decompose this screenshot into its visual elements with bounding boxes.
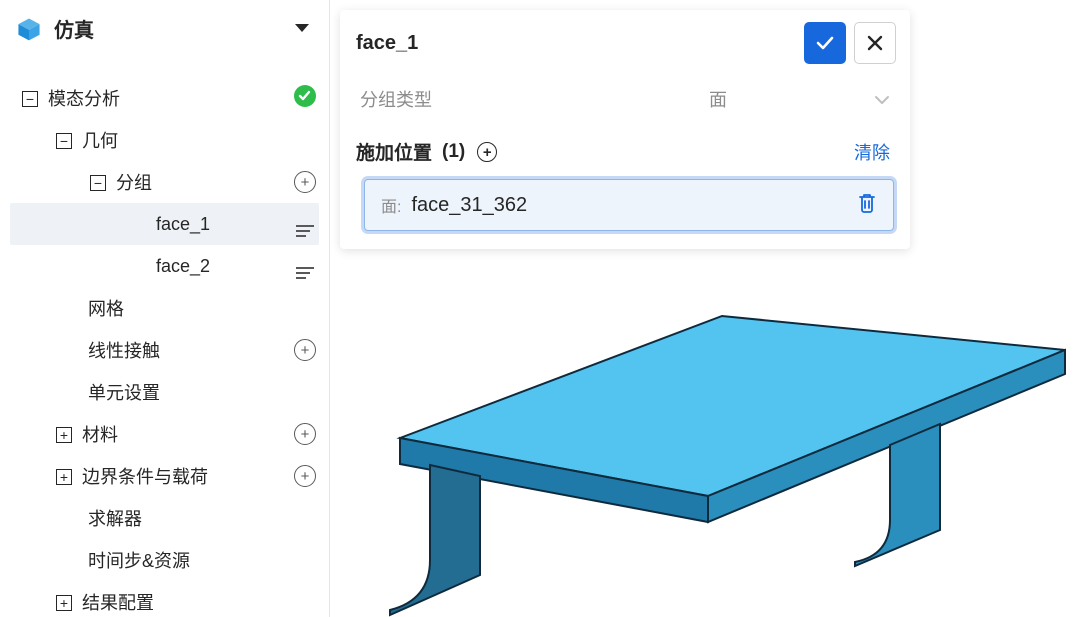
- viewport[interactable]: face_1 分组类型 面 施加位置 (1) + 清除: [330, 0, 1091, 617]
- group-type-label: 分组类型: [360, 86, 570, 112]
- tree-grouping[interactable]: − 分组 +: [10, 161, 319, 203]
- tree-bc-loads[interactable]: + 边界条件与载荷 +: [10, 455, 319, 497]
- add-icon[interactable]: +: [291, 171, 319, 194]
- tree-root-modal-analysis[interactable]: − 模态分析: [10, 77, 319, 119]
- tree-face-1[interactable]: face_1: [10, 203, 319, 245]
- chevron-down-icon[interactable]: [866, 89, 890, 110]
- confirm-button[interactable]: [804, 22, 846, 64]
- collapse-icon[interactable]: −: [20, 88, 40, 109]
- sidebar: 仿真 − 模态分析 − 几何: [0, 0, 330, 617]
- sidebar-title: 仿真: [54, 14, 94, 43]
- tree-results[interactable]: + 结果配置: [10, 581, 319, 617]
- list-icon[interactable]: [291, 253, 319, 279]
- tree-material[interactable]: + 材料 +: [10, 413, 319, 455]
- tree-linear-contact[interactable]: 线性接触 +: [10, 329, 319, 371]
- tree-mesh[interactable]: 网格: [10, 287, 319, 329]
- position-label: 施加位置: [356, 138, 432, 165]
- add-icon[interactable]: +: [291, 339, 319, 362]
- check-icon: [814, 32, 836, 54]
- expand-icon[interactable]: +: [54, 592, 74, 613]
- group-type-row[interactable]: 分组类型 面: [340, 74, 910, 124]
- tree-solver[interactable]: 求解器: [10, 497, 319, 539]
- trash-icon: [857, 192, 877, 214]
- status-ok-icon: [291, 85, 319, 112]
- position-header: 施加位置 (1) + 清除: [340, 124, 910, 175]
- expand-icon[interactable]: +: [54, 424, 74, 445]
- sidebar-header: 仿真: [0, 0, 329, 57]
- delete-entry-button[interactable]: [857, 192, 877, 219]
- add-icon[interactable]: +: [291, 465, 319, 488]
- sidebar-caret-icon[interactable]: [295, 20, 309, 38]
- close-icon: [866, 34, 884, 52]
- simulation-tree: − 模态分析 − 几何 − 分组 +: [0, 57, 329, 617]
- tree-geometry[interactable]: − 几何: [10, 119, 319, 161]
- property-panel: face_1 分组类型 面 施加位置 (1) + 清除: [340, 10, 910, 249]
- panel-title: face_1: [356, 32, 796, 55]
- position-count: (1): [442, 141, 465, 163]
- collapse-icon[interactable]: −: [54, 130, 74, 151]
- entry-name: face_31_362: [411, 194, 857, 217]
- cancel-button[interactable]: [854, 22, 896, 64]
- add-icon[interactable]: +: [291, 423, 319, 446]
- tree-element-settings[interactable]: 单元设置: [10, 371, 319, 413]
- tree-time-resources[interactable]: 时间步&资源: [10, 539, 319, 581]
- list-icon[interactable]: [291, 211, 319, 237]
- expand-icon[interactable]: +: [54, 466, 74, 487]
- selection-entry[interactable]: 面: face_31_362: [364, 179, 894, 231]
- clear-button[interactable]: 清除: [854, 139, 890, 165]
- collapse-icon[interactable]: −: [88, 172, 108, 193]
- group-type-value: 面: [570, 86, 866, 112]
- add-position-button[interactable]: +: [477, 141, 497, 163]
- entry-type-label: 面:: [381, 193, 401, 217]
- cube-icon: [16, 16, 42, 42]
- panel-header: face_1: [340, 10, 910, 74]
- tree-face-2[interactable]: face_2: [10, 245, 319, 287]
